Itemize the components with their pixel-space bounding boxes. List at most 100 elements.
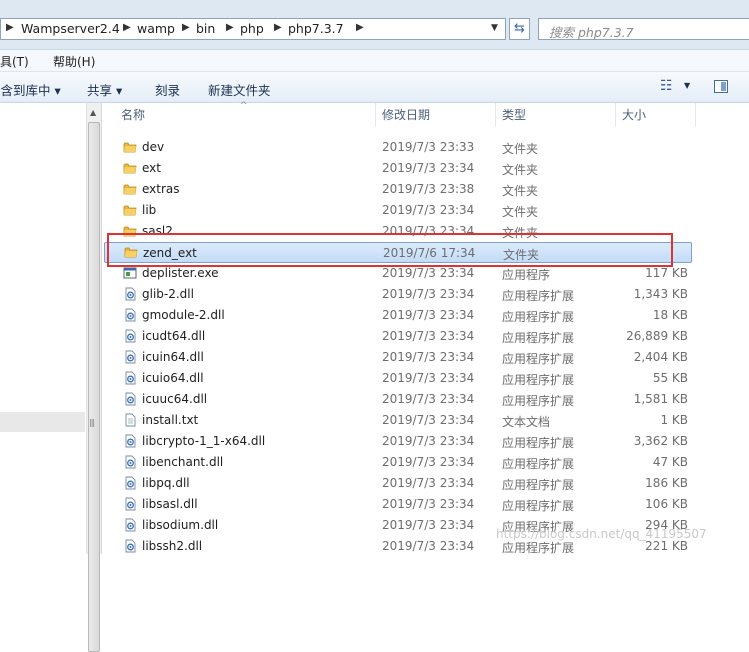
file-row[interactable]: install.txt 2019/7/3 23:34 文本文档 1 KB xyxy=(104,410,749,431)
file-date: 2019/7/3 23:34 xyxy=(382,434,475,448)
column-divider[interactable] xyxy=(495,103,496,127)
menu-tools[interactable]: 工具(T) xyxy=(0,53,29,70)
file-row[interactable]: dev 2019/7/3 23:33 文件夹 xyxy=(104,137,749,158)
file-date: 2019/7/3 23:34 xyxy=(382,350,475,364)
file-type: 应用程序扩展 xyxy=(502,331,575,345)
column-header-name[interactable]: 名称 xyxy=(121,106,145,128)
file-type: 应用程序扩展 xyxy=(502,373,575,387)
new-folder-button[interactable]: 新建文件夹 xyxy=(208,80,271,99)
folder-icon xyxy=(123,203,137,217)
file-row[interactable]: icudt64.dll 2019/7/3 23:34 应用程序扩展 26,889 KB xyxy=(104,326,749,347)
file-row[interactable]: libcrypto-1_1-x64.dll 2019/7/3 23:34 应用程序扩… xyxy=(104,431,749,452)
file-row[interactable]: glib-2.dll 2019/7/3 23:34 应用程序扩展 1,343 KB xyxy=(104,284,749,305)
file-row[interactable]: libenchant.dll 2019/7/3 23:34 应用程序扩展 47 KB xyxy=(104,452,749,473)
column-header-type[interactable]: 类型 xyxy=(502,106,526,128)
breadcrumb-item[interactable]: php xyxy=(240,21,264,36)
file-size: 1 KB xyxy=(660,413,688,427)
file-date: 2019/7/3 23:34 xyxy=(382,161,475,175)
file-row[interactable]: lib 2019/7/3 23:34 文件夹 xyxy=(104,200,749,221)
file-row[interactable]: icuio64.dll 2019/7/3 23:34 应用程序扩展 55 KB xyxy=(104,368,749,389)
dll-icon xyxy=(123,476,137,490)
file-date: 2019/7/3 23:34 xyxy=(382,266,475,280)
folder-icon xyxy=(123,182,137,196)
watermark: https://blog.csdn.net/qq_41195507 xyxy=(496,527,707,541)
file-name: libsodium.dll xyxy=(142,518,219,532)
chevron-right-icon[interactable]: ▶ xyxy=(226,22,234,33)
file-type: 文件夹 xyxy=(502,205,539,219)
file-size: 26,889 KB xyxy=(626,329,688,343)
file-row[interactable]: ext 2019/7/3 23:34 文件夹 xyxy=(104,158,749,179)
folder-icon xyxy=(123,161,137,175)
file-row[interactable]: extras 2019/7/3 23:38 文件夹 xyxy=(104,179,749,200)
file-row[interactable]: icuuc64.dll 2019/7/3 23:34 应用程序扩展 1,581 KB xyxy=(104,389,749,410)
column-divider[interactable] xyxy=(695,103,696,127)
file-type: 文件夹 xyxy=(502,142,539,156)
file-date: 2019/7/3 23:34 xyxy=(382,287,475,301)
menu-help[interactable]: 帮助(H) xyxy=(53,53,95,70)
scroll-grip-icon: ||| xyxy=(89,418,95,427)
file-type: 应用程序扩展 xyxy=(502,289,575,303)
breadcrumb[interactable]: ▶ Wampserver2.4 ▶ wamp ▶ bin ▶ php ▶ php… xyxy=(0,18,506,40)
dll-icon xyxy=(123,539,137,553)
file-size: 1,581 KB xyxy=(633,392,688,406)
file-name: libcrypto-1_1-x64.dll xyxy=(142,434,266,448)
menu-bar: 工具(T) 帮助(H) xyxy=(0,50,749,72)
file-name: icuin64.dll xyxy=(142,350,204,364)
file-name: ext xyxy=(142,161,161,175)
file-date: 2019/7/3 23:34 xyxy=(382,497,475,511)
file-date: 2019/7/3 23:34 xyxy=(382,476,475,490)
dll-icon xyxy=(123,308,137,322)
navigation-selected-item[interactable] xyxy=(0,412,85,432)
view-options-icon[interactable]: ☷ xyxy=(660,78,673,94)
dll-icon xyxy=(123,497,137,511)
chevron-right-icon[interactable]: ▶ xyxy=(6,22,14,33)
column-header-size[interactable]: 大小 xyxy=(622,106,646,128)
file-size: 3,362 KB xyxy=(633,434,688,448)
breadcrumb-item[interactable]: wamp xyxy=(137,21,175,36)
include-in-library-button[interactable]: 包含到库中 ▾ xyxy=(0,80,61,99)
folder-icon xyxy=(123,140,137,154)
file-size: 221 KB xyxy=(645,539,688,553)
history-dropdown-icon[interactable]: ▼ xyxy=(491,23,498,33)
preview-pane-icon[interactable] xyxy=(714,80,728,93)
column-header-date[interactable]: 修改日期 xyxy=(382,106,430,128)
search-input[interactable]: 搜索 php7.3.7 xyxy=(538,18,749,40)
navigation-scrollbar[interactable]: ▲ ||| xyxy=(86,103,102,652)
file-row[interactable]: icuin64.dll 2019/7/3 23:34 应用程序扩展 2,404 KB xyxy=(104,347,749,368)
file-type: 应用程序扩展 xyxy=(502,499,575,513)
file-name: install.txt xyxy=(142,413,199,427)
file-name: icuuc64.dll xyxy=(142,392,208,406)
share-button[interactable]: 共享 ▾ xyxy=(87,80,122,99)
file-type: 文本文档 xyxy=(502,415,551,429)
scroll-up-icon[interactable]: ▲ xyxy=(90,108,96,117)
dll-icon xyxy=(123,371,137,385)
file-size: 1,343 KB xyxy=(633,287,688,301)
file-date: 2019/7/3 23:34 xyxy=(382,308,475,322)
column-divider[interactable] xyxy=(375,103,376,127)
refresh-button[interactable]: ⇆ xyxy=(509,18,530,40)
chevron-right-icon[interactable]: ▶ xyxy=(274,22,282,33)
scrollbar-thumb[interactable] xyxy=(88,122,100,652)
chevron-right-icon[interactable]: ▶ xyxy=(356,22,364,33)
search-placeholder: 搜索 php7.3.7 xyxy=(549,25,634,40)
file-row[interactable]: libsasl.dll 2019/7/3 23:34 应用程序扩展 106 KB xyxy=(104,494,749,515)
file-size: 18 KB xyxy=(652,308,688,322)
burn-button[interactable]: 刻录 xyxy=(155,80,180,99)
chevron-down-icon[interactable]: ▼ xyxy=(684,81,690,90)
exe-icon xyxy=(123,266,137,280)
file-name: dev xyxy=(142,140,165,154)
file-type: 文件夹 xyxy=(502,184,539,198)
file-type: 应用程序扩展 xyxy=(502,352,575,366)
chevron-right-icon[interactable]: ▶ xyxy=(123,22,131,33)
file-row[interactable]: libpq.dll 2019/7/3 23:34 应用程序扩展 186 KB xyxy=(104,473,749,494)
breadcrumb-item[interactable]: php7.3.7 xyxy=(288,21,344,36)
breadcrumb-item[interactable]: bin xyxy=(196,21,215,36)
column-divider[interactable] xyxy=(615,103,616,127)
file-row[interactable]: gmodule-2.dll 2019/7/3 23:34 应用程序扩展 18 KB xyxy=(104,305,749,326)
chevron-right-icon[interactable]: ▶ xyxy=(182,22,190,33)
file-type: 应用程序扩展 xyxy=(502,478,575,492)
breadcrumb-item[interactable]: Wampserver2.4 xyxy=(21,21,120,36)
navigation-pane[interactable] xyxy=(0,103,85,554)
file-date: 2019/7/3 23:34 xyxy=(382,518,475,532)
file-type: 文件夹 xyxy=(502,163,539,177)
